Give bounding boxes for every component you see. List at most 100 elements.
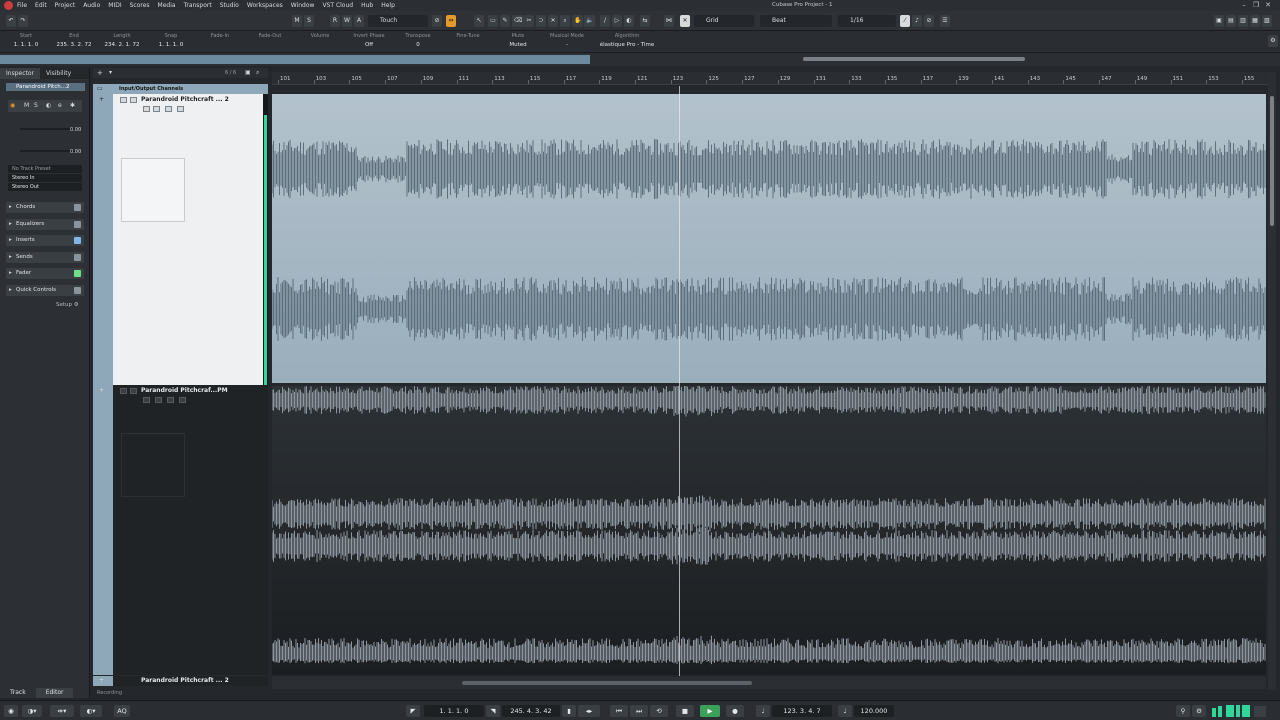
- info-fade-out[interactable]: Fade-Out: [250, 33, 290, 42]
- quantize-dropdown[interactable]: 1/16: [838, 15, 896, 27]
- tempo-display[interactable]: 120.000: [854, 705, 894, 717]
- read-automation-button[interactable]: R: [330, 15, 340, 27]
- track-name[interactable]: Parandroid Pitchcraft ... 2: [141, 677, 229, 684]
- freeze-icon[interactable]: ✱: [70, 102, 75, 109]
- expand-icon[interactable]: +: [99, 96, 104, 103]
- track-visibility-icon[interactable]: ▣: [245, 69, 251, 76]
- glue-tool-icon[interactable]: ⊃: [536, 15, 546, 27]
- edit-channel-icon[interactable]: [177, 106, 184, 112]
- inspector-section-inserts[interactable]: Inserts: [6, 235, 84, 246]
- info-fade-in[interactable]: Fade-In: [200, 33, 240, 42]
- quantize-icon[interactable]: ♪: [912, 15, 922, 27]
- layout-right-zone-icon[interactable]: ▥: [1238, 15, 1248, 27]
- menu-hub[interactable]: Hub: [361, 2, 373, 9]
- menu-file[interactable]: File: [17, 2, 27, 9]
- inspector-section-equalizers[interactable]: Equalizers: [6, 219, 84, 230]
- zoom-tool-icon[interactable]: ⌕: [560, 15, 570, 27]
- punch-settings-icon[interactable]: ◑▾: [22, 705, 42, 717]
- project-cursor[interactable]: [679, 86, 680, 676]
- close-icon[interactable]: ✕: [1258, 1, 1278, 10]
- info-algorithm[interactable]: Algorithm élastique Pro - Time: [596, 33, 658, 48]
- record-icon[interactable]: ●: [726, 705, 744, 717]
- folder-track-io-channels[interactable]: Input/Output Channels ▭: [93, 84, 268, 94]
- info-start[interactable]: Start 1. 1. 1. 0: [6, 33, 46, 48]
- locate-chevron-icon[interactable]: ◂▸: [578, 705, 600, 717]
- horizontal-scroll-thumb[interactable]: [462, 681, 752, 685]
- track-name[interactable]: Parandroid Pitchcraft ... 2: [141, 96, 229, 103]
- menu-help[interactable]: Help: [381, 2, 395, 9]
- line-tool-icon[interactable]: /: [600, 15, 610, 27]
- cycle-record-icon[interactable]: ◐▾: [80, 705, 102, 717]
- menu-edit[interactable]: Edit: [35, 2, 47, 9]
- track-audio-1[interactable]: + Parandroid Pitchcraft ... 2: [93, 94, 268, 385]
- expand-icon[interactable]: +: [99, 677, 104, 684]
- edit-icon[interactable]: e: [58, 102, 62, 109]
- track-search-icon[interactable]: ⌕: [256, 69, 259, 77]
- menu-project[interactable]: Project: [55, 2, 76, 9]
- volume-slider[interactable]: [20, 128, 75, 130]
- snap-toggle-icon[interactable]: ✕: [680, 15, 690, 27]
- play-icon[interactable]: ▶: [700, 705, 720, 717]
- auto-button[interactable]: A: [354, 15, 364, 27]
- expand-icon[interactable]: +: [99, 387, 104, 394]
- tempo-track-icon[interactable]: ♩: [838, 705, 852, 717]
- menu-transport[interactable]: Transport: [184, 2, 212, 9]
- track-solo-button[interactable]: [130, 388, 137, 394]
- track-preset-field[interactable]: No Track Preset: [8, 165, 82, 173]
- auto-quantize-button[interactable]: AQ: [114, 705, 130, 717]
- tab-editor[interactable]: Editor: [35, 688, 74, 698]
- add-track-icon[interactable]: +: [97, 69, 103, 77]
- tab-inspector[interactable]: Inspector: [0, 68, 40, 79]
- autoscroll-icon[interactable]: ⇔: [446, 15, 456, 27]
- menu-vst-cloud[interactable]: VST Cloud: [322, 2, 353, 9]
- snap-on-off-icon[interactable]: ⋈: [664, 15, 674, 27]
- solo-icon[interactable]: S: [34, 102, 38, 109]
- window-layout-icon[interactable]: ☰: [940, 15, 950, 27]
- snap-type-dropdown[interactable]: Grid: [694, 15, 754, 27]
- vertical-scroll-thumb[interactable]: [1270, 96, 1274, 226]
- record-mode-icon[interactable]: ◉: [4, 705, 18, 717]
- record-enable-icon[interactable]: [143, 106, 150, 112]
- audio-performance-icon[interactable]: ⚲: [1176, 705, 1190, 717]
- input-routing-field[interactable]: Stereo In: [8, 174, 82, 182]
- split-tool-icon[interactable]: ✂: [524, 15, 534, 27]
- range-tool-icon[interactable]: ▭: [488, 15, 498, 27]
- info-line-settings-icon[interactable]: ⚙: [1268, 35, 1278, 47]
- inspector-section-quick-controls[interactable]: Quick Controls: [6, 285, 84, 296]
- menu-window[interactable]: Window: [291, 2, 315, 9]
- left-locator-icon[interactable]: ◤: [406, 705, 420, 717]
- layout-presets-icon[interactable]: ▧: [1262, 15, 1272, 27]
- vertical-scrollbar[interactable]: [1268, 72, 1276, 690]
- info-end[interactable]: End 235. 3. 2. 72: [52, 33, 96, 48]
- track-audio-3[interactable]: + Parandroid Pitchcraft ... 2: [93, 676, 268, 686]
- overview-line[interactable]: [0, 53, 1280, 66]
- record-enable-icon[interactable]: [143, 397, 150, 403]
- lock-icon[interactable]: ▮: [562, 705, 576, 717]
- tab-track[interactable]: Track: [0, 688, 36, 698]
- inspector-section-chords[interactable]: Chords: [6, 202, 84, 213]
- pre-roll-icon[interactable]: ⇹▾: [50, 705, 74, 717]
- info-invert-phase[interactable]: Invert Phase Off: [348, 33, 390, 48]
- edit-channel-icon[interactable]: [179, 397, 186, 403]
- undo-icon[interactable]: ↶: [6, 15, 16, 27]
- layout-settings-icon[interactable]: ▦: [1250, 15, 1260, 27]
- track-menu-chevron-icon[interactable]: ▾: [109, 69, 112, 76]
- nudge-icon[interactable]: ⇆: [640, 15, 650, 27]
- left-locator-display[interactable]: 1. 1. 1. 0: [424, 705, 484, 717]
- metronome-icon[interactable]: ♩: [756, 705, 770, 717]
- info-length[interactable]: Length 234. 2. 1. 72: [100, 33, 144, 48]
- overview-visible-range[interactable]: [0, 55, 590, 64]
- pencil-tool-icon[interactable]: ✎: [500, 15, 510, 27]
- info-mute[interactable]: Mute Muted: [498, 33, 538, 48]
- solo-button[interactable]: S: [304, 15, 314, 27]
- menu-audio[interactable]: Audio: [83, 2, 100, 9]
- cycle-icon[interactable]: ⟲: [650, 705, 668, 717]
- pan-slider[interactable]: [20, 150, 75, 152]
- stop-icon[interactable]: ■: [676, 705, 694, 717]
- mute-tool-icon[interactable]: ✕: [548, 15, 558, 27]
- info-musical-mode[interactable]: Musical Mode -: [546, 33, 588, 48]
- audio-event-2[interactable]: [271, 383, 1266, 675]
- inspector-section-sends[interactable]: Sends: [6, 252, 84, 263]
- eraser-tool-icon[interactable]: ⌫: [512, 15, 525, 27]
- info-transpose[interactable]: Transpose 0: [398, 33, 438, 48]
